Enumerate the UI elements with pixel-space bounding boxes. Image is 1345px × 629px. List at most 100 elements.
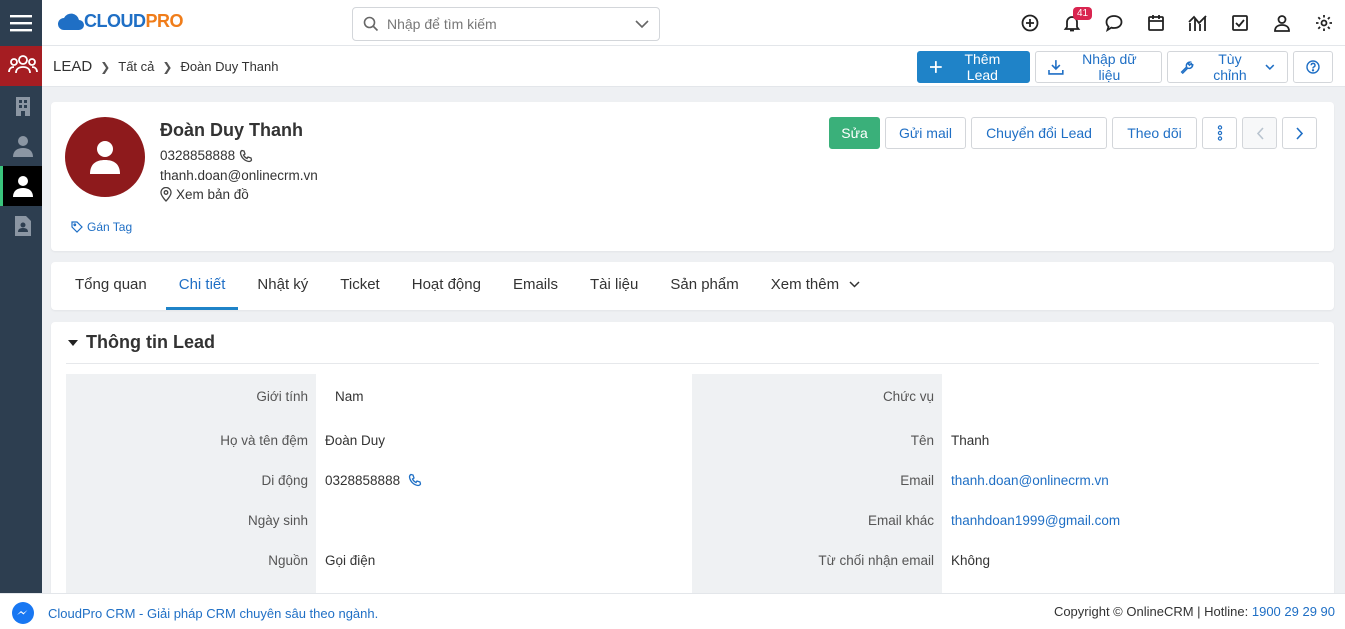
profile-button[interactable] — [1261, 0, 1303, 46]
dots-vertical-icon — [1217, 125, 1222, 141]
breadcrumb-all[interactable]: Tất cả — [118, 59, 154, 74]
menu-toggle-button[interactable] — [0, 0, 42, 46]
sidebar-item-contacts[interactable] — [0, 126, 42, 166]
sidebar-item-documents[interactable] — [0, 206, 42, 246]
user-icon — [12, 176, 33, 197]
footer-tagline[interactable]: CloudPro CRM - Giải pháp CRM chuyên sâu … — [48, 606, 378, 621]
lead-map-line[interactable]: Xem bản đồ — [160, 187, 249, 202]
caret-down-icon — [68, 339, 78, 346]
next-record-button[interactable] — [1282, 117, 1317, 149]
chat-button[interactable] — [1093, 0, 1135, 46]
field-value[interactable]: Không — [942, 553, 990, 568]
field-value[interactable]: 0328858888 — [316, 473, 422, 488]
field-value[interactable]: Gọi điện — [316, 553, 375, 568]
convert-lead-button[interactable]: Chuyển đổi Lead — [971, 117, 1107, 149]
tab-products[interactable]: Sản phẩm — [657, 262, 751, 310]
logo-accent-text: PRO — [145, 10, 184, 31]
lead-email[interactable]: thanh.doan@onlinecrm.vn — [160, 168, 318, 183]
lead-info-section: Thông tin Lead Giới tính Nam Họ và tên đ… — [51, 322, 1334, 602]
users-icon — [7, 55, 38, 74]
sidebar-item-leads-group[interactable] — [0, 46, 42, 86]
help-icon — [1306, 60, 1320, 74]
more-actions-button[interactable] — [1202, 117, 1237, 149]
logo[interactable]: CLOUDPRO — [58, 10, 184, 32]
download-icon — [1048, 60, 1064, 75]
tab-more[interactable]: Xem thêm — [758, 262, 873, 310]
help-button[interactable] — [1293, 51, 1333, 83]
follow-button[interactable]: Theo dõi — [1112, 117, 1197, 149]
checkbox-icon — [1232, 15, 1248, 31]
chevron-down-icon — [1265, 64, 1275, 70]
field-label: Ngày sinh — [247, 512, 308, 528]
wrench-icon — [1180, 60, 1194, 74]
field-value[interactable]: Thanh — [942, 433, 989, 448]
messenger-icon[interactable] — [12, 602, 34, 624]
search-input[interactable] — [387, 16, 635, 32]
tab-activities[interactable]: Hoạt động — [399, 262, 494, 310]
map-pin-icon — [160, 187, 172, 202]
field-value[interactable]: thanhdoan1999@gmail.com — [942, 513, 1120, 528]
tab-more-label: Xem thêm — [770, 276, 840, 293]
chevron-down-icon[interactable] — [635, 19, 649, 29]
record-tabs: Tổng quan Chi tiết Nhật ký Ticket Hoạt đ… — [51, 262, 1334, 310]
notifications-button[interactable]: 41 — [1051, 0, 1093, 46]
calendar-button[interactable] — [1135, 0, 1177, 46]
lead-profile-card: Đoàn Duy Thanh 0328858888 thanh.doan@onl… — [51, 102, 1334, 251]
search-icon — [363, 16, 379, 32]
chevron-left-icon — [1256, 126, 1264, 140]
add-button[interactable] — [1009, 0, 1051, 46]
tab-emails[interactable]: Emails — [500, 262, 571, 310]
edit-button[interactable]: Sửa — [829, 117, 880, 149]
previous-record-button[interactable] — [1242, 117, 1277, 149]
import-label: Nhập dữ liệu — [1082, 51, 1137, 83]
user-avatar-icon — [90, 141, 120, 174]
field-label: Giới tính — [256, 388, 308, 404]
phone-icon[interactable] — [408, 473, 422, 487]
field-row: Di động 0328858888 — [66, 460, 691, 500]
footer-right: Copyright © OnlineCRM | Hotline: 1900 29… — [1054, 604, 1335, 619]
top-bar: CLOUDPRO 41 — [42, 0, 1345, 46]
field-label: Email khác — [867, 512, 934, 528]
search-box[interactable] — [352, 7, 660, 41]
tag-icon — [71, 221, 83, 233]
tab-overview[interactable]: Tổng quan — [62, 262, 160, 310]
field-value[interactable]: thanh.doan@onlinecrm.vn — [942, 473, 1109, 488]
view-map-link[interactable]: Xem bản đồ — [176, 187, 249, 202]
breadcrumb: LEAD ❯ Tất cả ❯ Đoàn Duy Thanh — [53, 58, 278, 75]
customize-button[interactable]: Tùy chỉnh — [1167, 51, 1288, 83]
send-mail-button[interactable]: Gửi mail — [885, 117, 966, 149]
tab-documents[interactable]: Tài liệu — [577, 262, 651, 310]
field-label: Họ và tên đệm — [220, 432, 308, 448]
breadcrumb-bar: LEAD ❯ Tất cả ❯ Đoàn Duy Thanh Thêm Lead… — [42, 46, 1345, 87]
chart-icon — [1188, 15, 1207, 31]
field-value[interactable]: Nam — [316, 389, 364, 404]
settings-button[interactable] — [1303, 0, 1345, 46]
phone-icon[interactable] — [239, 149, 253, 163]
plus-circle-icon — [1021, 14, 1039, 32]
assign-tag-link[interactable]: Gán Tag — [71, 220, 132, 234]
reports-button[interactable] — [1177, 0, 1219, 46]
add-lead-button[interactable]: Thêm Lead — [917, 51, 1030, 83]
plus-icon — [930, 61, 942, 73]
tab-details[interactable]: Chi tiết — [165, 262, 239, 310]
tasks-button[interactable] — [1219, 0, 1261, 46]
notification-badge: 41 — [1073, 7, 1093, 20]
footer-copyright: Copyright © OnlineCRM | Hotline: — [1053, 604, 1252, 619]
import-button[interactable]: Nhập dữ liệu — [1035, 51, 1162, 83]
field-row: Chức vụ — [692, 376, 1317, 416]
sidebar-item-organizations[interactable] — [0, 86, 42, 126]
footer-hotline[interactable]: 1900 29 29 90 — [1252, 604, 1335, 619]
breadcrumb-root[interactable]: LEAD — [53, 58, 92, 75]
sidebar-item-lead[interactable] — [0, 166, 42, 206]
avatar — [65, 117, 145, 197]
tab-ticket[interactable]: Ticket — [327, 262, 392, 310]
tab-log[interactable]: Nhật ký — [244, 262, 321, 310]
section-header[interactable]: Thông tin Lead — [68, 332, 215, 353]
field-value[interactable]: Đoàn Duy — [316, 433, 385, 448]
assign-tag-label: Gán Tag — [87, 220, 133, 234]
footer: CloudPro CRM - Giải pháp CRM chuyên sâu … — [0, 593, 1345, 629]
field-row: Tên Thanh — [692, 420, 1317, 460]
customize-label: Tùy chỉnh — [1213, 51, 1247, 83]
chevron-right-icon: ❯ — [100, 59, 111, 74]
field-row: Ngày sinh — [66, 500, 691, 540]
